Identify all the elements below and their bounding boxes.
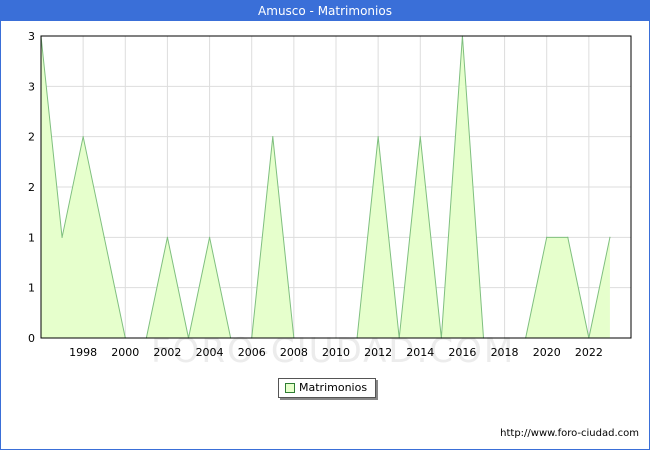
y-axis: 0 1 1 2 2 3 3 (28, 30, 35, 345)
y-tick-label: 3 (28, 80, 35, 93)
legend-swatch (285, 383, 295, 393)
data-point (272, 136, 274, 138)
x-tick-label: 2010 (322, 346, 350, 359)
x-tick-label: 2014 (406, 346, 434, 359)
x-tick-label: 2016 (448, 346, 476, 359)
x-tick-label: 2020 (533, 346, 561, 359)
y-tick-label: 2 (28, 131, 35, 144)
x-tick-label: 2006 (238, 346, 266, 359)
y-tick-label: 3 (28, 30, 35, 43)
y-tick-label: 1 (28, 282, 35, 295)
data-point (103, 236, 105, 238)
data-point (377, 136, 379, 138)
data-point (208, 236, 211, 238)
x-tick-label: 2008 (280, 346, 308, 359)
y-tick-label: 2 (28, 181, 35, 194)
x-tick-label: 2004 (196, 346, 224, 359)
data-point (567, 236, 569, 238)
x-axis: 1998 2000 2002 2004 2006 2008 2010 2012 2014 2016… (69, 346, 603, 359)
chart-frame: Amusco - Matrimonios FORO-CIUDAD.COM 199… (0, 0, 650, 450)
x-tick-label: 2002 (153, 346, 181, 359)
y-tick-label: 0 (28, 332, 35, 345)
data-point (419, 136, 421, 138)
x-tick-label: 1998 (69, 346, 97, 359)
source-url: http://www.foro-ciudad.com (500, 428, 639, 439)
x-tick-label: 2000 (111, 346, 139, 359)
x-tick-label: 2018 (491, 346, 519, 359)
data-point (609, 236, 611, 238)
legend: Matrimonios (278, 378, 376, 398)
x-tick-label: 2012 (364, 346, 392, 359)
y-tick-label: 1 (28, 231, 35, 244)
legend-label: Matrimonios (299, 381, 368, 394)
data-point (82, 136, 84, 138)
x-tick-label: 2022 (575, 346, 603, 359)
data-point (166, 236, 169, 238)
data-point (546, 236, 548, 238)
data-point (61, 236, 63, 238)
